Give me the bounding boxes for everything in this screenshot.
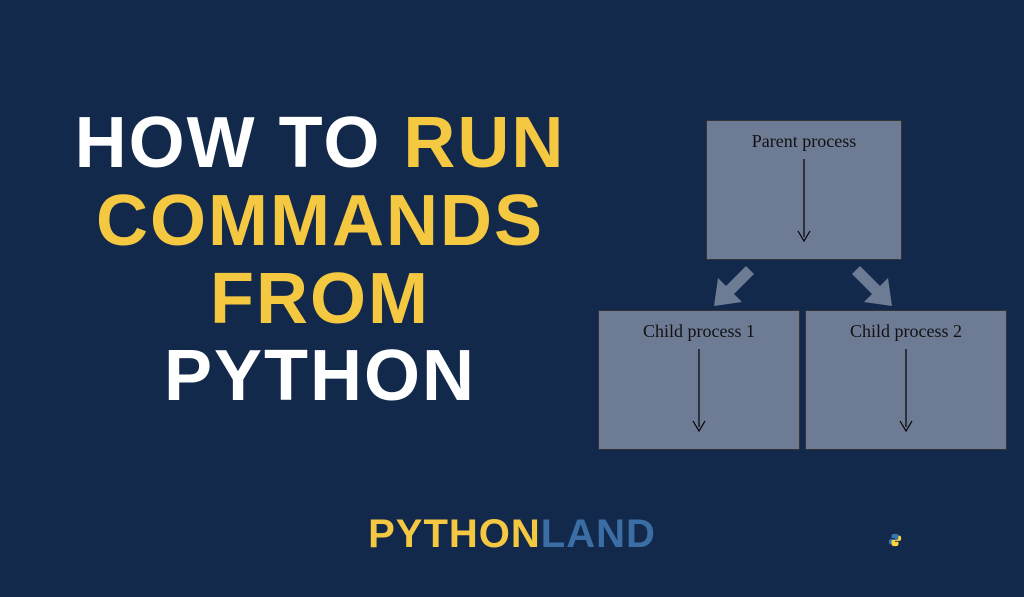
- headline-text-howto: HOW TO: [75, 103, 404, 183]
- process-diagram: Parent process Child process 1 Child pro…: [598, 120, 1008, 460]
- footer-brand: PYTHON LAND: [0, 512, 1024, 557]
- headline-line-1: HOW TO RUN: [50, 105, 590, 183]
- headline-text-run: RUN: [403, 103, 565, 183]
- child-process-2-box: Child process 2: [805, 310, 1007, 450]
- child-process-1-box: Child process 1: [598, 310, 800, 450]
- headline-block: HOW TO RUN COMMANDS FROM PYTHON: [50, 105, 590, 416]
- fork-arrow-right-icon: [846, 262, 896, 312]
- headline-line-3: FROM: [50, 261, 590, 339]
- down-arrow-icon: [794, 159, 814, 249]
- down-arrow-icon: [689, 349, 709, 439]
- headline-line-2: COMMANDS: [50, 183, 590, 261]
- python-logo-icon: [888, 533, 902, 547]
- fork-arrow-left-icon: [710, 262, 760, 312]
- down-arrow-icon: [896, 349, 916, 439]
- parent-process-label: Parent process: [707, 121, 901, 152]
- child-process-1-label: Child process 1: [599, 311, 799, 342]
- parent-process-box: Parent process: [706, 120, 902, 260]
- headline-line-4: PYTHON: [50, 338, 590, 416]
- child-process-2-label: Child process 2: [806, 311, 1006, 342]
- footer-word-land: LAND: [541, 512, 656, 557]
- footer-word-python: PYTHON: [368, 512, 541, 557]
